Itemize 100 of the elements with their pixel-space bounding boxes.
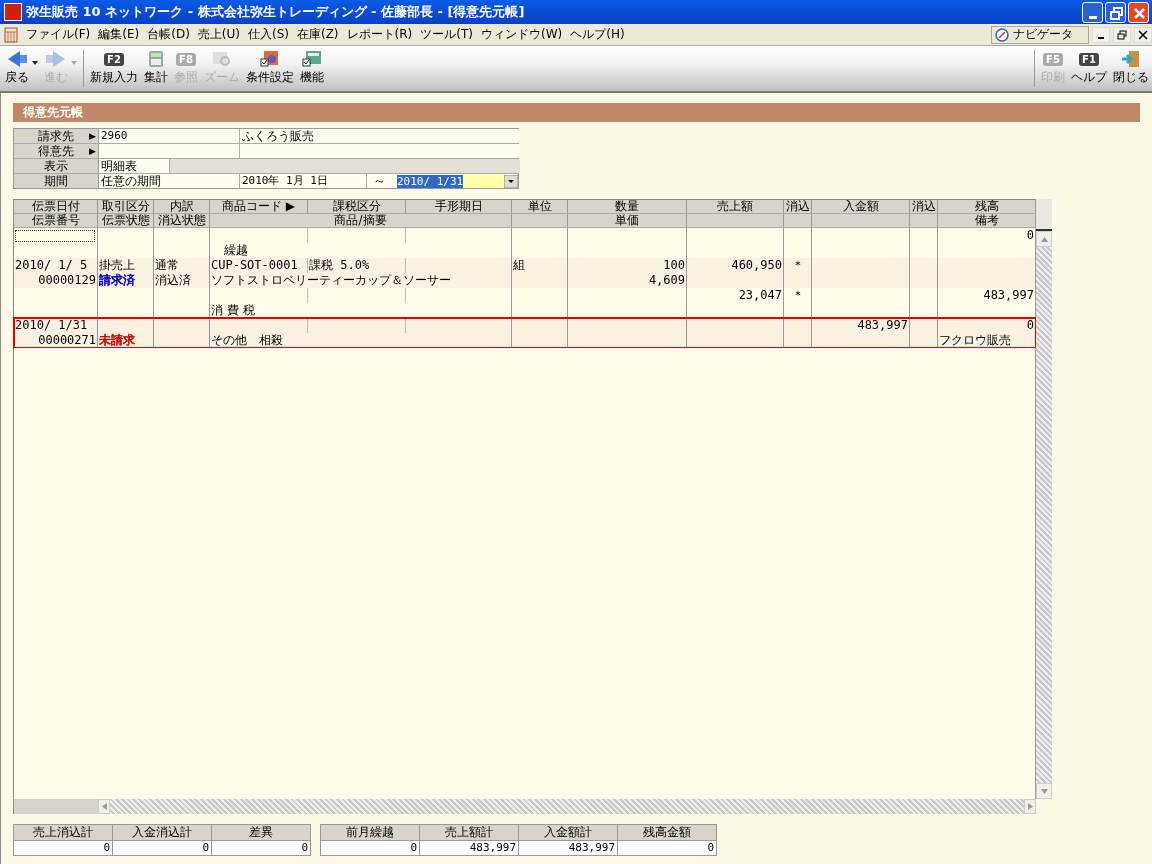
- input-field[interactable]: [99, 144, 240, 158]
- app-icon: [4, 3, 22, 21]
- total-header: 売上額計: [420, 825, 518, 841]
- column-header[interactable]: 消込状態: [154, 214, 210, 228]
- table-cell: 23,047: [738, 288, 782, 302]
- menu-item[interactable]: ウィンドウ(W): [478, 26, 569, 43]
- toolbar-button[interactable]: 機能: [297, 46, 327, 91]
- minimize-icon: [1098, 36, 1104, 39]
- toolbar-button[interactable]: F2 新規入力: [87, 46, 141, 91]
- table-cell: 組: [513, 258, 525, 272]
- menu-item[interactable]: ファイル(F): [24, 26, 97, 43]
- menu-item[interactable]: ヘルプ(H): [568, 26, 631, 43]
- key-badge: F8: [176, 52, 196, 66]
- column-header[interactable]: 残高: [938, 200, 1036, 214]
- table-cell: 2010/ 1/ 5: [15, 258, 88, 272]
- back-arrow-icon: [6, 50, 28, 68]
- table-cell: 掛売上: [99, 258, 135, 272]
- menu-item[interactable]: 仕入(S): [246, 26, 295, 43]
- column-header[interactable]: 数量: [568, 200, 687, 214]
- navigator-button[interactable]: ナビゲータ: [991, 25, 1089, 44]
- table-cell: 483,997: [857, 318, 908, 332]
- header-cell: [512, 214, 568, 228]
- right-arrow-icon: [1027, 803, 1033, 810]
- total-value: 483,997: [519, 841, 617, 855]
- table-cell: CUP-SOT-0001: [211, 258, 298, 272]
- table-cell: 0: [1026, 228, 1034, 242]
- toolbar-button[interactable]: 集計: [141, 46, 171, 91]
- total-value: 0: [321, 841, 419, 855]
- menu-item[interactable]: ツール(T): [418, 26, 479, 43]
- column-header[interactable]: 手形期日: [406, 200, 512, 214]
- key-badge: F5: [1043, 52, 1063, 66]
- dropdown-field[interactable]: 明細表: [99, 159, 170, 173]
- restore-button[interactable]: [1113, 26, 1131, 43]
- total-value: 0: [212, 841, 310, 855]
- date-field[interactable]: 2010年 1月 1日: [240, 174, 367, 188]
- table-cell: フクロウ販売: [939, 333, 1011, 347]
- function-icon: [302, 50, 322, 68]
- column-header[interactable]: 備考: [938, 214, 1036, 228]
- table-cell: 483,997: [983, 288, 1034, 302]
- column-header[interactable]: 伝票状態: [98, 214, 154, 228]
- total-value: 0: [618, 841, 716, 855]
- table-cell: 0: [1026, 318, 1034, 332]
- column-header[interactable]: 入金額: [812, 200, 910, 214]
- input-field[interactable]: 2960: [99, 129, 240, 143]
- menu-item[interactable]: 編集(E): [96, 26, 146, 43]
- settings-icon: [260, 50, 280, 68]
- total-header: 売上消込計: [14, 825, 112, 841]
- table-cell: 課税 5.0%: [309, 258, 370, 272]
- caret-icon: [32, 61, 38, 65]
- minimize-button[interactable]: [1092, 26, 1110, 43]
- toolbar-button[interactable]: 戻る: [2, 46, 41, 91]
- minimize-icon: [1089, 15, 1097, 19]
- table-cell: 消込済: [155, 273, 191, 287]
- close-icon: [1138, 29, 1148, 40]
- scrollbar-header-block: [1036, 199, 1052, 231]
- table-cell: 2010/ 1/31: [15, 318, 88, 332]
- table-cell: その他 相殺: [211, 333, 283, 347]
- scroll-right-button[interactable]: [1024, 799, 1036, 814]
- toolbar-button[interactable]: 閉じる: [1110, 46, 1152, 91]
- document-icon[interactable]: [4, 26, 18, 43]
- column-header[interactable]: 商品コード ▶: [210, 200, 308, 214]
- column-header[interactable]: 売上額: [687, 200, 784, 214]
- total-header: 残高金額: [618, 825, 716, 841]
- column-header[interactable]: 単価: [568, 214, 687, 228]
- total-header: 入金消込計: [113, 825, 211, 841]
- column-header[interactable]: 商品/摘要: [210, 214, 512, 228]
- scroll-up-button[interactable]: [1036, 231, 1052, 247]
- column-header[interactable]: 消込: [910, 200, 938, 214]
- toolbar-button[interactable]: 条件設定: [243, 46, 297, 91]
- column-header[interactable]: 課税区分: [308, 200, 406, 214]
- table-cell: ＊: [791, 288, 804, 302]
- table-row[interactable]: 2010/ 1/31 483,997 0 00000271 未請求 その他 相殺 フクロウ販売: [14, 318, 1036, 348]
- date-field[interactable]: 2010/ 1/31: [397, 174, 518, 188]
- scroll-down-button[interactable]: [1036, 783, 1052, 799]
- scroll-left-button[interactable]: [98, 799, 110, 814]
- table-cell: 消 費 税: [211, 303, 255, 317]
- range-separator: ～: [373, 173, 386, 188]
- up-arrow-icon: [1040, 236, 1048, 242]
- column-header[interactable]: 伝票日付: [14, 200, 98, 214]
- column-header[interactable]: 消込: [784, 200, 812, 214]
- column-header[interactable]: 取引区分: [98, 200, 154, 214]
- column-header[interactable]: 単位: [512, 200, 568, 214]
- table-cell: 4,609: [648, 273, 685, 287]
- input-field[interactable]: ふくろう販売: [240, 129, 520, 143]
- table-row[interactable]: 0 繰越: [14, 228, 1036, 258]
- field-label: 期間: [14, 174, 99, 188]
- menu-item[interactable]: 売上(U): [195, 26, 246, 43]
- table-row[interactable]: 2010/ 1/ 5 掛売上 通常 CUP-SOT-0001 課税 5.0% 組 100 460,950 ＊ 00000129 請求済 消込済 ソフトストロベリーティーカップ＆ソーサー 4,609: [14, 258, 1036, 288]
- column-header[interactable]: 伝票番号: [14, 214, 98, 228]
- column-header[interactable]: 内訳: [154, 200, 210, 214]
- dropdown-field[interactable]: 任意の期間: [99, 174, 240, 188]
- menu-item[interactable]: 台帳(D): [145, 26, 196, 43]
- menu-item[interactable]: 在庫(Z): [294, 26, 345, 43]
- toolbar-button[interactable]: F1 ヘルプ: [1068, 46, 1110, 91]
- menu-item[interactable]: レポート(R): [344, 26, 419, 43]
- close-button[interactable]: [1134, 26, 1152, 43]
- table-cell: ＊: [791, 258, 804, 272]
- table-row[interactable]: 23,047 ＊ 483,997 消 費 税: [14, 288, 1036, 318]
- total-header: 差異: [212, 825, 310, 841]
- input-field[interactable]: [240, 144, 520, 158]
